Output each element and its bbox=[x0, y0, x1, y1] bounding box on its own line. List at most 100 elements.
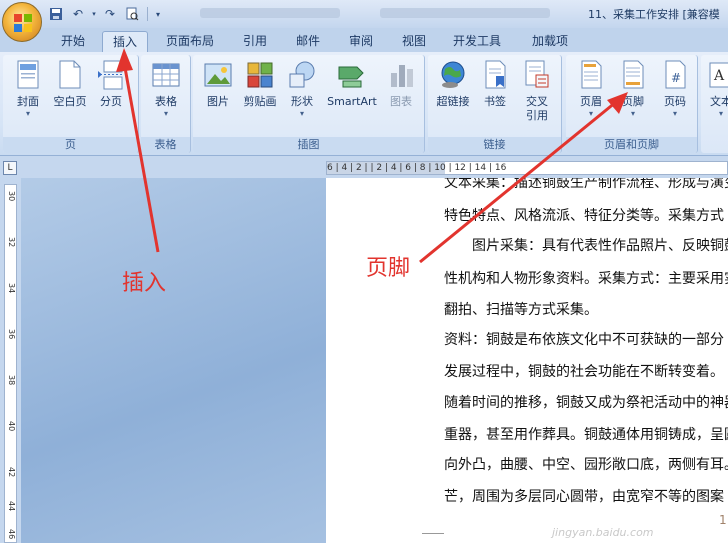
cross-reference-label-line2: 引用 bbox=[526, 109, 548, 122]
clip-art-label: 剪贴画 bbox=[243, 95, 277, 108]
group-text: A 文本 ▾ bbox=[701, 55, 728, 153]
chart-label: 图表 bbox=[390, 95, 412, 108]
tab-review[interactable]: 审阅 bbox=[338, 31, 384, 52]
picture-icon bbox=[203, 59, 233, 91]
hyperlink-button[interactable]: 超链接 bbox=[430, 59, 476, 109]
text-box-label: 文本 bbox=[710, 95, 728, 108]
tab-insert[interactable]: 插入 bbox=[102, 31, 148, 52]
bookmark-icon bbox=[480, 59, 510, 91]
ruler-number: 40 bbox=[7, 421, 16, 432]
bookmark-label: 书签 bbox=[484, 95, 506, 108]
horizontal-ruler-bar: L 6 | 4 | 2 | | 2 | 4 | 6 | 8 | 10 | 12 … bbox=[0, 157, 728, 178]
group-label-illustrations: 插图 bbox=[193, 137, 424, 153]
shapes-icon bbox=[287, 59, 317, 91]
redo-icon[interactable]: ↷ bbox=[100, 5, 120, 23]
page-break-label: 分页 bbox=[100, 95, 122, 108]
office-button[interactable] bbox=[2, 2, 42, 42]
tab-add-ins[interactable]: 加载项 bbox=[520, 31, 580, 52]
cover-page-icon bbox=[13, 59, 43, 91]
ribbon-tab-row: 开始 插入 页面布局 引用 邮件 审阅 视图 开发工具 加载项 bbox=[0, 28, 728, 52]
group-tables: 表格 ▾ 表格 bbox=[141, 55, 191, 153]
tab-references[interactable]: 引用 bbox=[232, 31, 278, 52]
cover-page-button[interactable]: 封面 ▾ bbox=[5, 59, 51, 119]
print-preview-icon[interactable] bbox=[122, 5, 142, 23]
header-label: 页眉 bbox=[580, 95, 602, 108]
smartart-label: SmartArt bbox=[327, 95, 377, 108]
dropdown-arrow-icon: ▾ bbox=[630, 109, 635, 118]
undo-dropdown-icon[interactable]: ▾ bbox=[90, 5, 98, 23]
dropdown-arrow-icon: ▾ bbox=[299, 109, 304, 118]
table-button[interactable]: 表格 ▾ bbox=[143, 59, 189, 119]
save-icon[interactable] bbox=[46, 5, 66, 23]
hyperlink-icon bbox=[438, 59, 468, 91]
group-header-footer: 页眉 ▾ 页脚 ▾ # 页码 ▾ 页眉和页脚 bbox=[566, 55, 698, 153]
table-icon bbox=[151, 59, 181, 91]
blurred-title-area bbox=[380, 8, 550, 18]
blurred-title-area bbox=[200, 8, 340, 18]
header-button[interactable]: 页眉 ▾ bbox=[568, 59, 614, 119]
blank-page-icon bbox=[55, 59, 85, 91]
dropdown-arrow-icon: ▾ bbox=[25, 109, 30, 118]
table-label: 表格 bbox=[155, 95, 177, 108]
svg-text:A: A bbox=[713, 68, 725, 84]
ruler-number: 36 bbox=[7, 329, 16, 340]
group-pages: 封面 ▾ 空白页 分页 页 bbox=[3, 55, 139, 153]
document-line: 文本采集：描述铜鼓生产制作流程、形成与演变 bbox=[444, 178, 728, 191]
dropdown-arrow-icon: ▾ bbox=[163, 109, 168, 118]
footer-icon bbox=[618, 59, 648, 91]
office-logo-icon bbox=[14, 14, 32, 32]
clip-art-icon bbox=[245, 59, 275, 91]
ruler-number: 32 bbox=[7, 237, 16, 248]
ruler-number: 38 bbox=[7, 375, 16, 386]
document-body[interactable]: 文本采集：描述铜鼓生产制作流程、形成与演变 特色特点、风格流派、特征分类等。采集… bbox=[444, 178, 728, 543]
page-corner-mark bbox=[422, 533, 444, 534]
dropdown-arrow-icon: ▾ bbox=[588, 109, 593, 118]
tab-view[interactable]: 视图 bbox=[391, 31, 437, 52]
vertical-ruler-bar: 30 32 34 36 38 40 42 44 46 bbox=[0, 178, 21, 543]
dropdown-arrow-icon: ▾ bbox=[718, 109, 723, 118]
shapes-button[interactable]: 形状 ▾ bbox=[279, 59, 325, 119]
ruler-marks: 6 | 4 | 2 | | 2 | 4 | 6 | 8 | 10 | 12 | … bbox=[327, 163, 507, 173]
cross-reference-button[interactable]: 交叉 引用 bbox=[514, 59, 560, 123]
clip-art-button[interactable]: 剪贴画 bbox=[237, 59, 283, 109]
tab-selector[interactable]: L bbox=[3, 161, 17, 175]
group-label-tables: 表格 bbox=[141, 137, 190, 153]
document-line: 图片采集：具有代表性作品照片、反映铜鼓 bbox=[444, 238, 728, 254]
picture-label: 图片 bbox=[207, 95, 229, 108]
ruler-number: 44 bbox=[7, 501, 16, 512]
shapes-label: 形状 bbox=[291, 95, 313, 108]
undo-icon[interactable]: ↶ bbox=[68, 5, 88, 23]
svg-text:#: # bbox=[671, 71, 681, 85]
tab-page-layout[interactable]: 页面布局 bbox=[156, 31, 224, 52]
chart-icon bbox=[386, 59, 416, 91]
tab-developer[interactable]: 开发工具 bbox=[444, 31, 510, 52]
text-box-button[interactable]: A 文本 ▾ bbox=[703, 59, 728, 119]
blank-page-label: 空白页 bbox=[53, 95, 87, 108]
group-links: 超链接 书签 交叉 引用 链接 bbox=[428, 55, 562, 153]
bookmark-button[interactable]: 书签 bbox=[472, 59, 518, 109]
page-number-button[interactable]: # 页码 ▾ bbox=[652, 59, 698, 119]
customize-qat-icon[interactable]: ▾ bbox=[153, 5, 163, 23]
window-title: 11、采集工作安排 [兼容模 bbox=[588, 8, 720, 21]
page-number-label: 页码 bbox=[664, 95, 686, 108]
smartart-button[interactable]: SmartArt bbox=[323, 59, 381, 109]
blank-page-button[interactable]: 空白页 bbox=[47, 59, 93, 109]
horizontal-ruler[interactable]: 6 | 4 | 2 | | 2 | 4 | 6 | 8 | 10 | 12 | … bbox=[326, 161, 728, 175]
tab-mailings[interactable]: 邮件 bbox=[285, 31, 331, 52]
chart-button[interactable]: 图表 bbox=[379, 59, 423, 109]
text-box-icon: A bbox=[706, 59, 728, 91]
group-illustrations: 图片 剪贴画 形状 ▾ SmartArt 图表 插图 bbox=[193, 55, 425, 153]
vertical-ruler[interactable]: 30 32 34 36 38 40 42 44 46 bbox=[4, 184, 17, 543]
page-break-icon bbox=[96, 59, 126, 91]
annotation-insert: 插入 bbox=[122, 271, 167, 296]
tab-home[interactable]: 开始 bbox=[50, 31, 96, 52]
header-icon bbox=[576, 59, 606, 91]
page-number-icon: # bbox=[660, 59, 690, 91]
hyperlink-label: 超链接 bbox=[436, 95, 470, 108]
picture-button[interactable]: 图片 bbox=[195, 59, 241, 109]
page-break-button[interactable]: 分页 bbox=[89, 59, 133, 109]
cross-reference-icon bbox=[522, 59, 552, 91]
footer-button[interactable]: 页脚 ▾ bbox=[610, 59, 656, 119]
document-line: 特色特点、风格流派、特征分类等。采集方式 bbox=[444, 208, 724, 224]
ruler-number: 42 bbox=[7, 467, 16, 478]
